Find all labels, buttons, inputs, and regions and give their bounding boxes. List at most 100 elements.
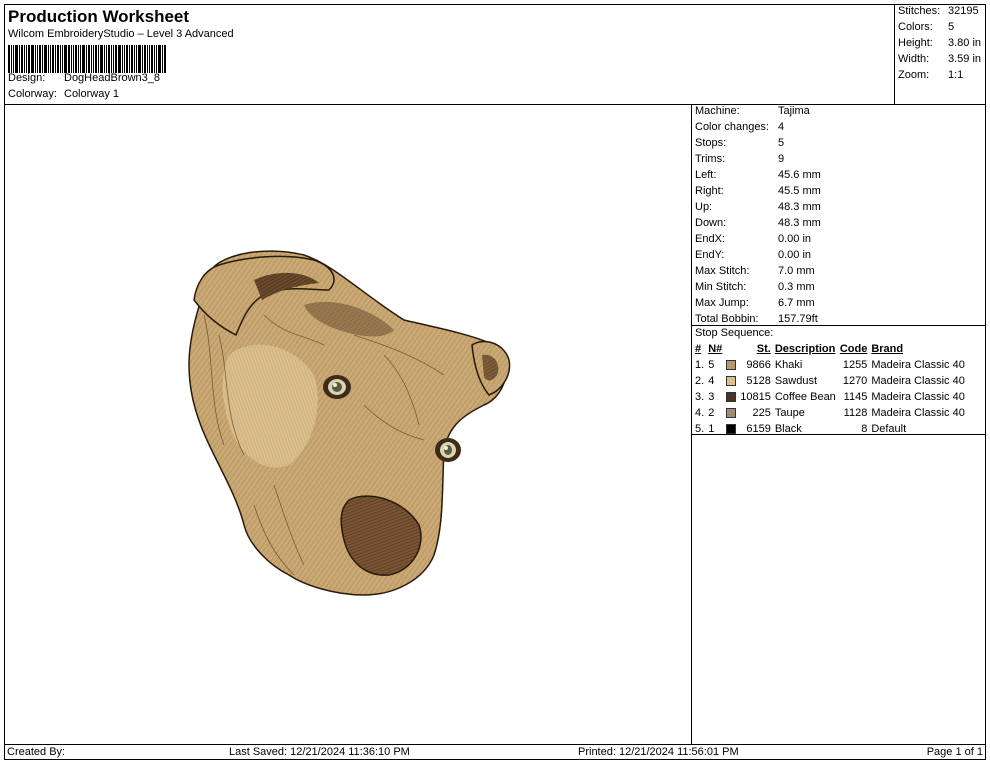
- row-index: 4.: [695, 407, 705, 419]
- barcode-bar: [138, 45, 141, 73]
- info-row: Up: 48.3 mm: [695, 201, 821, 217]
- barcode-bar: [28, 45, 30, 73]
- row-index: 1.: [695, 359, 705, 371]
- barcode-bar: [111, 45, 112, 73]
- barcode-bar: [95, 45, 97, 73]
- row-code: 1145: [843, 391, 868, 403]
- barcode-bar: [21, 45, 23, 73]
- table-header-row: # N# St. Description Code Brand: [693, 341, 967, 357]
- barcode-bar: [80, 45, 81, 73]
- last-saved: Last Saved: 12/21/2024 11:36:10 PM: [229, 746, 410, 758]
- table-row: 4. 2 225 Taupe 1128 Madeira Classic 40: [693, 405, 967, 421]
- barcode-bar: [124, 45, 125, 73]
- row-needle: 3: [708, 391, 715, 403]
- stat-width: Width: 3.59 in: [898, 53, 981, 65]
- barcode-bar: [134, 45, 135, 73]
- worksheet-footer: Created By: Last Saved: 12/21/2024 11:36…: [4, 744, 986, 760]
- barcode-bar: [108, 45, 110, 73]
- row-needle: 2: [708, 407, 715, 419]
- software-name: Wilcom EmbroideryStudio – Level 3 Advanc…: [8, 28, 234, 40]
- barcode-bar: [68, 45, 70, 73]
- printed-date: Printed: 12/21/2024 11:56:01 PM: [578, 746, 739, 758]
- color-swatch-icon: [726, 360, 737, 371]
- row-stitches: 6159: [746, 423, 771, 435]
- info-label: Right:: [695, 185, 724, 197]
- stat-label: Height:: [898, 37, 933, 49]
- info-label: Trims:: [695, 153, 726, 165]
- color-swatch-icon: [726, 392, 737, 403]
- row-needle: 5: [708, 359, 715, 371]
- color-swatch-icon: [726, 376, 737, 387]
- barcode-bar: [149, 45, 150, 73]
- row-description: Taupe: [774, 407, 805, 419]
- col-stitches: St.: [756, 343, 771, 355]
- info-row: Max Stitch: 7.0 mm: [695, 265, 815, 281]
- stat-value: 5: [948, 21, 955, 33]
- info-label: Machine:: [695, 105, 740, 117]
- row-needle: 1: [708, 423, 715, 435]
- info-row: EndX: 0.00 in: [695, 233, 811, 249]
- barcode-bar: [144, 45, 146, 73]
- barcode-bar: [91, 45, 92, 73]
- stat-label: Colors:: [898, 21, 933, 33]
- row-brand: Madeira Classic 40: [871, 407, 965, 419]
- row-swatch: [724, 389, 738, 405]
- barcode-bar: [73, 45, 74, 73]
- row-description: Black: [774, 423, 802, 435]
- stop-sequence-title: Stop Sequence:: [695, 327, 774, 339]
- barcode-bar: [122, 45, 123, 73]
- info-label: Left:: [695, 169, 717, 181]
- barcode-bar: [142, 45, 143, 73]
- table-row: 1. 5 9866 Khaki 1255 Madeira Classic 40: [693, 357, 967, 373]
- info-row: Machine: Tajima: [695, 105, 810, 121]
- info-row: EndY: 0.00 in: [695, 249, 811, 265]
- col-index: #: [695, 343, 702, 355]
- barcode-bar: [88, 45, 90, 73]
- col-brand: Brand: [871, 343, 904, 355]
- stat-label: Stitches:: [898, 5, 941, 17]
- row-code: 1128: [843, 407, 868, 419]
- stat-value: 3.80 in: [948, 37, 982, 49]
- row-index: 5.: [695, 423, 705, 435]
- info-label: Up:: [695, 201, 713, 213]
- color-swatch-icon: [726, 424, 737, 435]
- stat-label: Zoom:: [898, 69, 930, 81]
- info-value: 48.3 mm: [778, 201, 821, 213]
- stat-value: 32195: [948, 5, 979, 17]
- col-description: Description: [774, 343, 836, 355]
- stat-stitches: Stitches: 32195: [898, 5, 979, 17]
- info-label: EndX:: [695, 233, 725, 245]
- info-value: 5: [778, 137, 785, 149]
- row-description: Khaki: [774, 359, 803, 371]
- col-code: Code: [839, 343, 868, 355]
- table-row: 5. 1 6159 Black 8 Default: [693, 421, 967, 437]
- row-stitches: 10815: [740, 391, 771, 403]
- barcode-bar: [136, 45, 137, 73]
- barcode-bar: [118, 45, 121, 73]
- colorway-row: Colorway: Colorway 1: [8, 88, 119, 100]
- row-swatch: [724, 357, 738, 373]
- row-stitches: 225: [752, 407, 771, 419]
- row-stitches: 9866: [746, 359, 771, 371]
- worksheet-header: Production Worksheet Wilcom EmbroiderySt…: [4, 4, 986, 105]
- info-label: Color changes:: [695, 121, 769, 133]
- row-needle: 4: [708, 375, 715, 387]
- barcode-bar: [62, 45, 63, 73]
- info-row: Left: 45.6 mm: [695, 169, 821, 185]
- info-value: 48.3 mm: [778, 217, 821, 229]
- info-value: 9: [778, 153, 785, 165]
- info-row: Right: 45.5 mm: [695, 185, 821, 201]
- table-row: 2. 4 5128 Sawdust 1270 Madeira Classic 40: [693, 373, 967, 389]
- barcode-bar: [11, 45, 12, 73]
- barcode-bar: [60, 45, 61, 73]
- barcode-bar: [106, 45, 107, 73]
- barcode-bar: [31, 45, 34, 73]
- row-index: 2.: [695, 375, 705, 387]
- row-brand: Madeira Classic 40: [871, 391, 965, 403]
- barcode-bar: [57, 45, 59, 73]
- info-value: 0.3 mm: [778, 281, 815, 293]
- row-description: Sawdust: [774, 375, 818, 387]
- barcode-bar: [115, 45, 117, 73]
- info-value: 45.6 mm: [778, 169, 821, 181]
- info-label: Stops:: [695, 137, 727, 149]
